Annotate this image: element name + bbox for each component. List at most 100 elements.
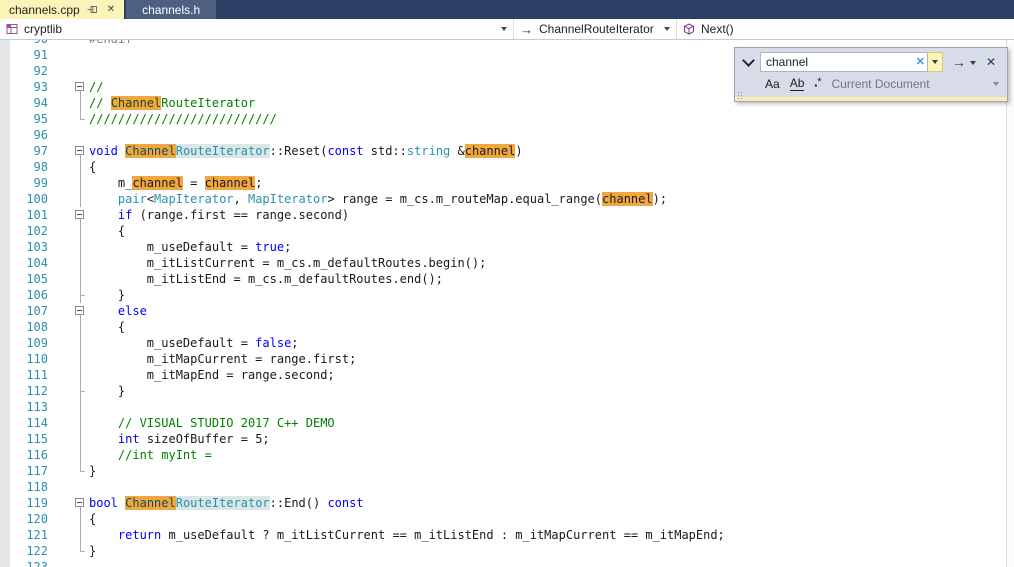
fold-margin [74, 319, 88, 335]
match-case-toggle[interactable]: Aa [765, 77, 780, 91]
code-line: 112 } [10, 383, 1014, 399]
fold-toggle[interactable] [74, 495, 88, 511]
find-next-options-caret[interactable] [970, 61, 976, 65]
code-text: m_itMapCurrent = range.first; [89, 352, 357, 366]
type-dropdown[interactable]: → ChannelRouteIterator [514, 19, 677, 39]
close-icon[interactable]: ✕ [105, 4, 117, 15]
fold-margin [74, 191, 88, 207]
search-history-dropdown[interactable] [928, 52, 943, 72]
code-line: 98 { [10, 159, 1014, 175]
code-line: 106 } [10, 287, 1014, 303]
expand-replace-chevron-icon[interactable] [742, 54, 755, 67]
member-dropdown[interactable]: Next() [677, 19, 1014, 39]
line-number: 106 [26, 288, 48, 302]
search-scope-dropdown[interactable]: Current Document [832, 77, 1002, 91]
navigation-bar: cryptlib → ChannelRouteIterator Next() [0, 19, 1014, 40]
project-dropdown[interactable]: cryptlib [0, 19, 514, 39]
code-line: 95 ////////////////////////// [10, 111, 1014, 127]
code-line: 123 [10, 559, 1014, 567]
code-text: } [89, 288, 126, 302]
line-number: 105 [26, 272, 48, 286]
search-input[interactable] [761, 53, 927, 71]
fold-toggle[interactable] [74, 79, 88, 95]
line-number: 114 [26, 416, 48, 430]
code-text: if (range.first == range.second) [117, 208, 350, 222]
code-text: m_itListEnd = m_cs.m_defaultRoutes.end()… [89, 272, 444, 286]
code-line: 117} [10, 463, 1014, 479]
fold-margin [74, 255, 88, 271]
code-text: { [89, 512, 97, 526]
vs-window: channels.cpp ✕ channels.h cryptlib → Cha… [0, 0, 1014, 567]
project-dropdown-label: cryptlib [24, 22, 63, 36]
code-text: #endif [89, 40, 132, 47]
fold-margin [74, 175, 88, 191]
line-number: 92 [33, 64, 48, 78]
line-number: 101 [26, 208, 48, 222]
vertical-scrollbar[interactable] [1006, 40, 1014, 567]
line-number: 98 [33, 160, 48, 174]
find-row-options: Aa Ab ▪* Current Document [735, 75, 1007, 97]
tab-channels-h[interactable]: channels.h [126, 0, 217, 19]
code-line: 110 m_itMapCurrent = range.first; [10, 351, 1014, 367]
line-number: 112 [26, 384, 48, 398]
code-line: 101 if (range.first == range.second) [10, 207, 1014, 223]
code-text: m_itListCurrent = m_cs.m_defaultRoutes.b… [89, 256, 487, 270]
fold-margin [74, 287, 88, 303]
code-line: 99 m_channel = channel; [10, 175, 1014, 191]
line-number: 110 [26, 352, 48, 366]
line-number: 93 [33, 80, 48, 94]
line-number: 122 [26, 544, 48, 558]
code-text: m_itMapEnd = range.second; [89, 368, 335, 382]
find-next-button[interactable]: → [952, 55, 966, 69]
pin-icon[interactable] [87, 4, 98, 15]
fold-margin [74, 527, 88, 543]
code-line: 109 m_useDefault = false; [10, 335, 1014, 351]
line-number: 113 [26, 400, 48, 414]
line-number: 108 [26, 320, 48, 334]
drag-grip-icon[interactable] [738, 92, 739, 93]
fold-toggle[interactable] [74, 303, 88, 319]
fold-margin [74, 511, 88, 527]
close-find-icon[interactable]: ✕ [986, 56, 996, 68]
line-number: 119 [26, 496, 48, 510]
code-line: 122} [10, 543, 1014, 559]
find-panel: ✕ → ✕ Aa Ab ▪* Current Document [734, 47, 1008, 102]
chevron-down-icon [664, 27, 670, 31]
code-line: 104 m_itListCurrent = m_cs.m_defaultRout… [10, 255, 1014, 271]
code-text: // ChannelRouteIterator [89, 96, 256, 110]
code-line: 119 bool ChannelRouteIterator::End() cons… [10, 495, 1014, 511]
line-number: 107 [26, 304, 48, 318]
whole-word-toggle[interactable]: Ab [789, 76, 805, 91]
line-number: 123 [26, 560, 48, 567]
line-number: 104 [26, 256, 48, 270]
regex-toggle[interactable]: ▪* [814, 76, 821, 91]
fold-margin [74, 40, 88, 47]
tab-channels-cpp[interactable]: channels.cpp ✕ [0, 0, 125, 19]
fold-toggle[interactable] [74, 207, 88, 223]
chevron-down-icon [993, 81, 999, 86]
fold-margin [74, 399, 88, 415]
breakpoint-margin[interactable] [0, 40, 10, 567]
code-line: 118 [10, 479, 1014, 495]
fold-margin [74, 383, 88, 399]
arrow-right-icon: → [520, 21, 533, 37]
code-text: return m_useDefault ? m_itListCurrent ==… [117, 528, 725, 542]
chevron-down-icon [932, 60, 938, 64]
fold-toggle[interactable] [74, 143, 88, 159]
line-number: 111 [26, 368, 48, 382]
code-rows: 90 #endif 91 92 93 // 94 // ChannelRouteIterato… [0, 40, 1014, 567]
fold-margin [74, 159, 88, 175]
clear-search-icon[interactable]: ✕ [916, 55, 925, 69]
code-editor[interactable]: 90 #endif 91 92 93 // 94 // ChannelRouteIterato… [0, 40, 1014, 567]
code-line: 116 //int myInt = [10, 447, 1014, 463]
code-line: 107 else [10, 303, 1014, 319]
fold-margin [74, 111, 88, 127]
line-number: 103 [26, 240, 48, 254]
code-text: { [89, 224, 126, 238]
code-line: 96 [10, 127, 1014, 143]
code-line: 103 m_useDefault = true; [10, 239, 1014, 255]
code-text: m_useDefault = false; [89, 336, 299, 350]
code-text: // [89, 80, 104, 94]
code-line: 111 m_itMapEnd = range.second; [10, 367, 1014, 383]
code-line: 100 pair<MapIterator, MapIterator> range… [10, 191, 1014, 207]
